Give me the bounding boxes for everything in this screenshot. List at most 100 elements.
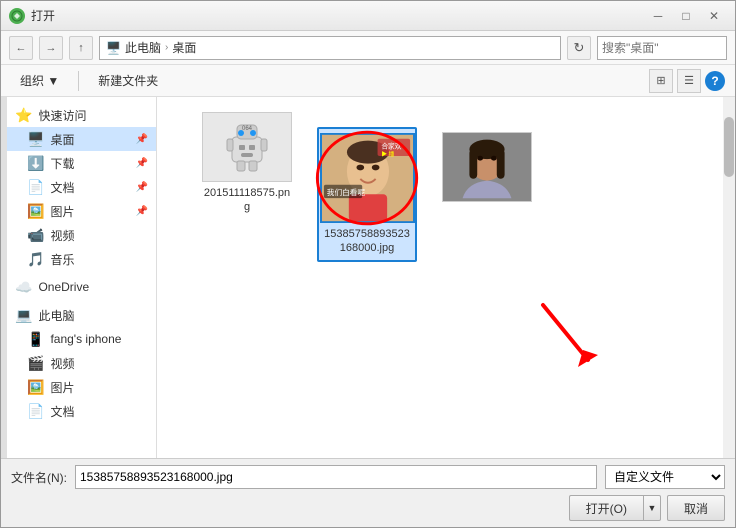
file-area[interactable]: 064 201511118575.png <box>157 97 723 458</box>
onedrive-icon: ☁️ <box>15 279 32 296</box>
iphone-icon: 📱 <box>27 331 44 348</box>
toolbar: 组织 ▼ 新建文件夹 ⊞ ☰ ? <box>1 65 735 97</box>
window-title: 打开 <box>31 7 645 24</box>
open-btn-group: 打开(O) ▼ <box>569 495 661 521</box>
downloads-icon: ⬇️ <box>27 155 44 172</box>
robot-file-name: 201511118575.png <box>202 186 292 215</box>
open-button[interactable]: 打开(O) <box>569 495 643 521</box>
filename-input[interactable] <box>75 465 597 489</box>
star-icon: ⭐ <box>15 107 32 124</box>
maximize-button[interactable]: □ <box>673 6 699 26</box>
scrollbar-thumb[interactable] <box>724 117 734 177</box>
svg-text:▶ 播: ▶ 播 <box>381 150 394 158</box>
onedrive-section: ☁️ OneDrive <box>7 275 156 299</box>
pictures2-icon: 🖼️ <box>27 379 44 396</box>
sidebar-item-iphone[interactable]: 📱 fang's iphone <box>7 327 156 351</box>
sidebar-item-quick-access[interactable]: ⭐ 快速访问 <box>7 103 156 127</box>
pin-icon-3: 📌 <box>136 182 148 193</box>
child-file-name: 1538575889352316800​0.jpg <box>323 227 411 256</box>
close-button[interactable]: ✕ <box>701 6 727 26</box>
file-item-child[interactable]: 我们白看呢 合家欢 ▶ 播 1538575889352316800​0.jpg <box>317 127 417 262</box>
path-part-desktop: 桌面 <box>172 39 196 56</box>
sidebar-desktop-label: 桌面 <box>50 131 74 148</box>
path-part-pc: 此电脑 <box>125 39 161 56</box>
pictures-icon: 🖼️ <box>27 203 44 220</box>
documents2-icon: 📄 <box>27 403 44 420</box>
sidebar-downloads-label: 下载 <box>50 155 74 172</box>
file-item-robot[interactable]: 064 201511118575.png <box>197 107 297 262</box>
thispc-section: 💻 此电脑 📱 fang's iphone 🎬 视频 🖼️ 图片 📄 <box>7 303 156 423</box>
onedrive-label: OneDrive <box>38 280 89 294</box>
filename-row: 文件名(N): 自定义文件 <box>11 465 725 489</box>
minimize-button[interactable]: ─ <box>645 6 671 26</box>
sidebar-item-downloads[interactable]: ⬇️ 下载 📌 <box>7 151 156 175</box>
quick-access-label: 快速访问 <box>38 107 86 124</box>
sidebar-documents-label: 文档 <box>50 179 74 196</box>
filename-label: 文件名(N): <box>11 469 67 486</box>
back-button[interactable]: ← <box>9 36 33 60</box>
sidebar-item-thispc[interactable]: 💻 此电脑 <box>7 303 156 327</box>
sidebar-item-videos2[interactable]: 🎬 视频 <box>7 351 156 375</box>
child-image: 我们白看呢 合家欢 ▶ 播 <box>322 133 413 223</box>
search-input[interactable] <box>602 41 736 55</box>
refresh-button[interactable]: ↻ <box>567 36 591 60</box>
music-icon: 🎵 <box>27 251 44 268</box>
forward-button[interactable]: → <box>39 36 63 60</box>
sidebar-item-documents[interactable]: 📄 文档 📌 <box>7 175 156 199</box>
red-arrow <box>533 295 603 375</box>
svg-text:064: 064 <box>242 126 253 132</box>
file-open-dialog: 打开 ─ □ ✕ ← → ↑ 🖥️ 此电脑 › 桌面 ↻ 🔍 组织 ▼ 新建文件… <box>0 0 736 528</box>
pin-icon-4: 📌 <box>136 206 148 217</box>
sidebar-item-pictures2[interactable]: 🖼️ 图片 <box>7 375 156 399</box>
right-scrollbar[interactable] <box>723 97 735 458</box>
sidebar-item-pictures[interactable]: 🖼️ 图片 📌 <box>7 199 156 223</box>
cancel-button[interactable]: 取消 <box>667 495 725 521</box>
view-button-1[interactable]: ⊞ <box>649 69 673 93</box>
bottom-bar: 文件名(N): 自定义文件 打开(O) ▼ 取消 <box>1 458 735 527</box>
new-folder-button[interactable]: 新建文件夹 <box>89 69 167 93</box>
documents-icon: 📄 <box>27 179 44 196</box>
sidebar: ⭐ 快速访问 🖥️ 桌面 📌 ⬇️ 下载 📌 📄 文档 📌 <box>7 97 157 458</box>
open-dropdown-button[interactable]: ▼ <box>643 495 661 521</box>
desktop-icon: 🖥️ <box>27 131 44 148</box>
pin-icon-2: 📌 <box>136 158 148 169</box>
file-item-girl[interactable] <box>437 127 537 262</box>
videos2-label: 视频 <box>50 355 74 372</box>
sidebar-item-desktop[interactable]: 🖥️ 桌面 📌 <box>7 127 156 151</box>
videos-icon: 📹 <box>27 227 44 244</box>
girl-thumbnail <box>442 132 532 202</box>
videos2-icon: 🎬 <box>27 355 44 372</box>
sidebar-item-onedrive[interactable]: ☁️ OneDrive <box>7 275 156 299</box>
robot-image: 064 <box>217 117 277 177</box>
breadcrumb[interactable]: 🖥️ 此电脑 › 桌面 <box>99 36 561 60</box>
documents2-label: 文档 <box>50 403 74 420</box>
sidebar-item-music[interactable]: 🎵 音乐 <box>7 247 156 271</box>
help-button[interactable]: ? <box>705 71 725 91</box>
action-row: 打开(O) ▼ 取消 <box>11 495 725 521</box>
thispc-label: 此电脑 <box>38 307 74 324</box>
view-button-2[interactable]: ☰ <box>677 69 701 93</box>
address-bar: ← → ↑ 🖥️ 此电脑 › 桌面 ↻ 🔍 <box>1 31 735 65</box>
sidebar-music-label: 音乐 <box>50 251 74 268</box>
thispc-icon: 💻 <box>15 307 32 324</box>
iphone-label: fang's iphone <box>50 332 121 346</box>
filetype-select[interactable]: 自定义文件 <box>605 465 725 489</box>
sidebar-item-documents2[interactable]: 📄 文档 <box>7 399 156 423</box>
search-box: 🔍 <box>597 36 727 60</box>
main-content: ⭐ 快速访问 🖥️ 桌面 📌 ⬇️ 下载 📌 📄 文档 📌 <box>1 97 735 458</box>
pin-icon: 📌 <box>136 134 148 145</box>
organize-button[interactable]: 组织 ▼ <box>11 69 68 93</box>
sidebar-item-videos[interactable]: 📹 视频 <box>7 223 156 247</box>
quick-access-section: ⭐ 快速访问 🖥️ 桌面 📌 ⬇️ 下载 📌 📄 文档 📌 <box>7 103 156 271</box>
toolbar-separator <box>78 71 79 91</box>
breadcrumb-arrow: › <box>165 42 168 53</box>
child-thumbnail: 我们白看呢 合家欢 ▶ 播 <box>320 133 415 223</box>
arrow-overlay <box>533 295 603 378</box>
girl-image <box>443 132 531 201</box>
window-icon <box>9 8 25 24</box>
sidebar-pictures-label: 图片 <box>50 203 74 220</box>
pictures2-label: 图片 <box>50 379 74 396</box>
svg-text:合家欢: 合家欢 <box>381 141 401 150</box>
up-button[interactable]: ↑ <box>69 36 93 60</box>
robot-thumbnail: 064 <box>202 112 292 182</box>
